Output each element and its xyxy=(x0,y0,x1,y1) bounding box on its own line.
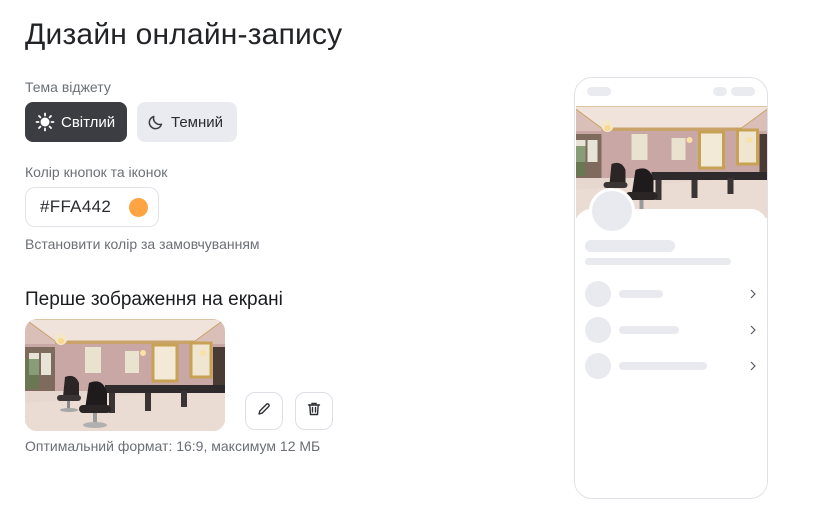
skeleton-subtitle xyxy=(585,258,731,265)
color-input[interactable]: #FFA442 xyxy=(25,187,159,227)
theme-label: Тема віджету xyxy=(25,79,111,95)
color-swatch[interactable] xyxy=(129,197,148,217)
trash-icon xyxy=(306,401,322,422)
chevron-right-icon xyxy=(750,289,756,299)
moon-icon xyxy=(147,113,165,131)
skeleton-row-icon xyxy=(585,317,611,343)
edit-cover-button[interactable] xyxy=(245,392,283,430)
sun-icon xyxy=(35,112,55,132)
theme-dark-button[interactable]: Темний xyxy=(137,102,237,142)
cover-section-title: Перше зображення на екрані xyxy=(25,289,283,310)
theme-switch: Світлий Темний xyxy=(25,102,237,142)
chevron-right-icon xyxy=(750,325,756,335)
skeleton-title xyxy=(585,240,675,252)
theme-dark-label: Темний xyxy=(171,113,224,131)
reset-color-link[interactable]: Встановити колір за замовчуванням xyxy=(25,236,260,252)
status-bar-signal xyxy=(713,87,727,96)
page-title: Дизайн онлайн-запису xyxy=(25,18,343,51)
skeleton-row-text xyxy=(619,290,663,298)
pencil-icon xyxy=(256,401,272,422)
widget-preview xyxy=(574,77,768,499)
skeleton-row-icon xyxy=(585,281,611,307)
theme-light-button[interactable]: Світлий xyxy=(25,102,127,142)
button-color-label: Колір кнопок та іконок xyxy=(25,164,168,180)
skeleton-row-text xyxy=(619,362,707,370)
delete-cover-button[interactable] xyxy=(295,392,333,430)
status-bar-battery xyxy=(731,87,755,96)
theme-light-label: Світлий xyxy=(61,113,116,131)
status-bar-time xyxy=(587,87,611,96)
color-value: #FFA442 xyxy=(40,197,112,216)
chevron-right-icon xyxy=(750,361,756,371)
skeleton-row-icon xyxy=(585,353,611,379)
skeleton-row-text xyxy=(619,326,679,334)
cover-hint: Оптимальний формат: 16:9, максимум 12 МБ xyxy=(25,438,321,454)
cover-image xyxy=(25,319,225,431)
preview-avatar xyxy=(589,188,635,234)
